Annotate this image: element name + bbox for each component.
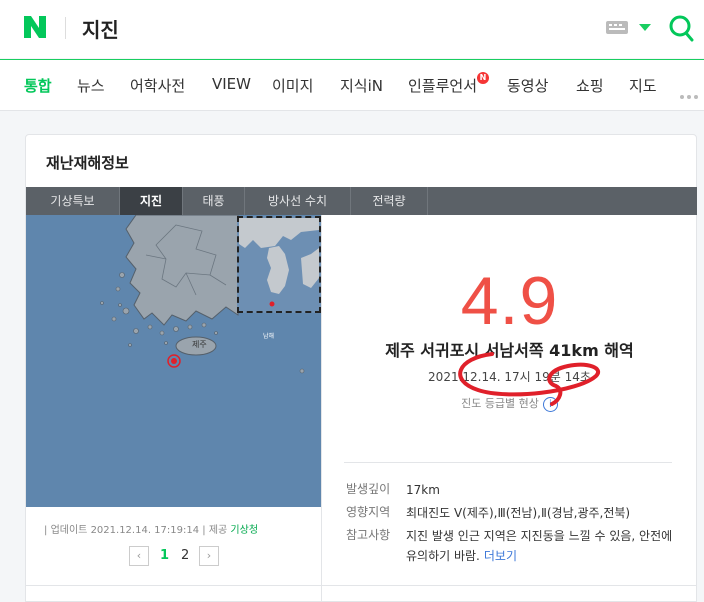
provider-label: 제공 [208,525,228,536]
earthquake-map[interactable]: 제주 남해 [26,215,321,507]
naver-logo-icon[interactable] [22,14,48,40]
tab-weather-alert[interactable]: 기상특보 [26,187,120,215]
note-value: 지진 발생 인근 지역은 지진동을 느낄 수 있음, 안전에 유의하기 바람. [406,529,673,563]
tab-typhoon[interactable]: 태풍 [183,187,245,215]
depth-row: 발생깊이 17km [346,480,676,500]
note-label: 참고사항 [346,528,391,542]
page-1[interactable]: 1 [160,548,169,563]
disaster-tabs: 기상특보 지진 태풍 방사선 수치 전력량 [26,187,697,215]
tab-power[interactable]: 전력량 [351,187,428,215]
note-row: 참고사항 지진 발생 인근 지역은 지진동을 느낄 수 있음, 안전에 유의하기 … [346,526,676,566]
provider-link[interactable]: 기상청 [230,525,258,536]
note-value-wrap: 지진 발생 인근 지역은 지진동을 느낄 수 있음, 안전에 유의하기 바람. 더… [406,526,676,566]
tab-news[interactable]: 뉴스 [77,75,105,96]
search-icon[interactable] [668,14,694,42]
top-header: 지진 [0,0,704,58]
tab-kin[interactable]: 지식iN [340,75,383,96]
tab-shopping[interactable]: 쇼핑 [576,75,604,96]
more-dots-icon[interactable] [680,84,701,103]
tab-images[interactable]: 이미지 [272,75,313,96]
region-row: 영향지역 최대진도 Ⅴ(제주),Ⅲ(전남),Ⅱ(경남,광주,전북) [346,503,676,523]
search-query-text[interactable]: 지진 [82,14,119,43]
depth-value: 17km [406,483,440,497]
red-annotation-scribble [458,352,600,406]
tab-radiation[interactable]: 방사선 수치 [245,187,351,215]
inset-locator-map [237,216,321,313]
more-link[interactable]: 더보기 [484,549,517,563]
page-2[interactable]: 2 [181,548,189,563]
tab-view[interactable]: VIEW [212,75,251,93]
prev-page-button[interactable]: ‹ [129,546,149,566]
region-label: 영향지역 [346,505,391,519]
update-info: | 업데이트 2021.12.14. 17:19:14 | 제공 기상청 [44,525,259,536]
tab-video[interactable]: 동영상 [507,75,548,96]
tab-influencer-label: 인플루언서 [408,77,478,95]
update-prefix: 업데이트 [50,525,88,536]
header-divider [65,17,66,39]
tab-all[interactable]: 통합 [24,75,52,96]
card-bottom-divider [26,585,697,586]
card-title: 재난재해정보 [46,154,129,172]
region-value: 최대진도 Ⅴ(제주),Ⅲ(전남),Ⅱ(경남,광주,전북) [406,506,631,520]
map-label-jeju: 제주 [192,340,207,349]
magnitude-value: 4.9 [460,263,559,339]
dropdown-caret-icon[interactable] [639,24,651,31]
keyboard-icon[interactable] [606,21,628,34]
depth-label: 발생깊이 [346,482,391,496]
tab-map[interactable]: 지도 [629,75,657,96]
map-label-small: 남해 [263,333,275,340]
tab-dictionary[interactable]: 어학사전 [130,75,185,96]
new-badge: N [477,72,490,84]
tab-earthquake[interactable]: 지진 [120,187,183,215]
update-timestamp: 2021.12.14. 17:19:14 [90,525,200,536]
next-page-button[interactable]: › [199,546,219,566]
search-tab-nav: 통합 뉴스 어학사전 VIEW 이미지 지식iN 인플루언서 N 동영상 쇼핑 … [0,59,704,111]
tab-influencer[interactable]: 인플루언서 N [408,72,490,96]
detail-divider [344,462,672,463]
